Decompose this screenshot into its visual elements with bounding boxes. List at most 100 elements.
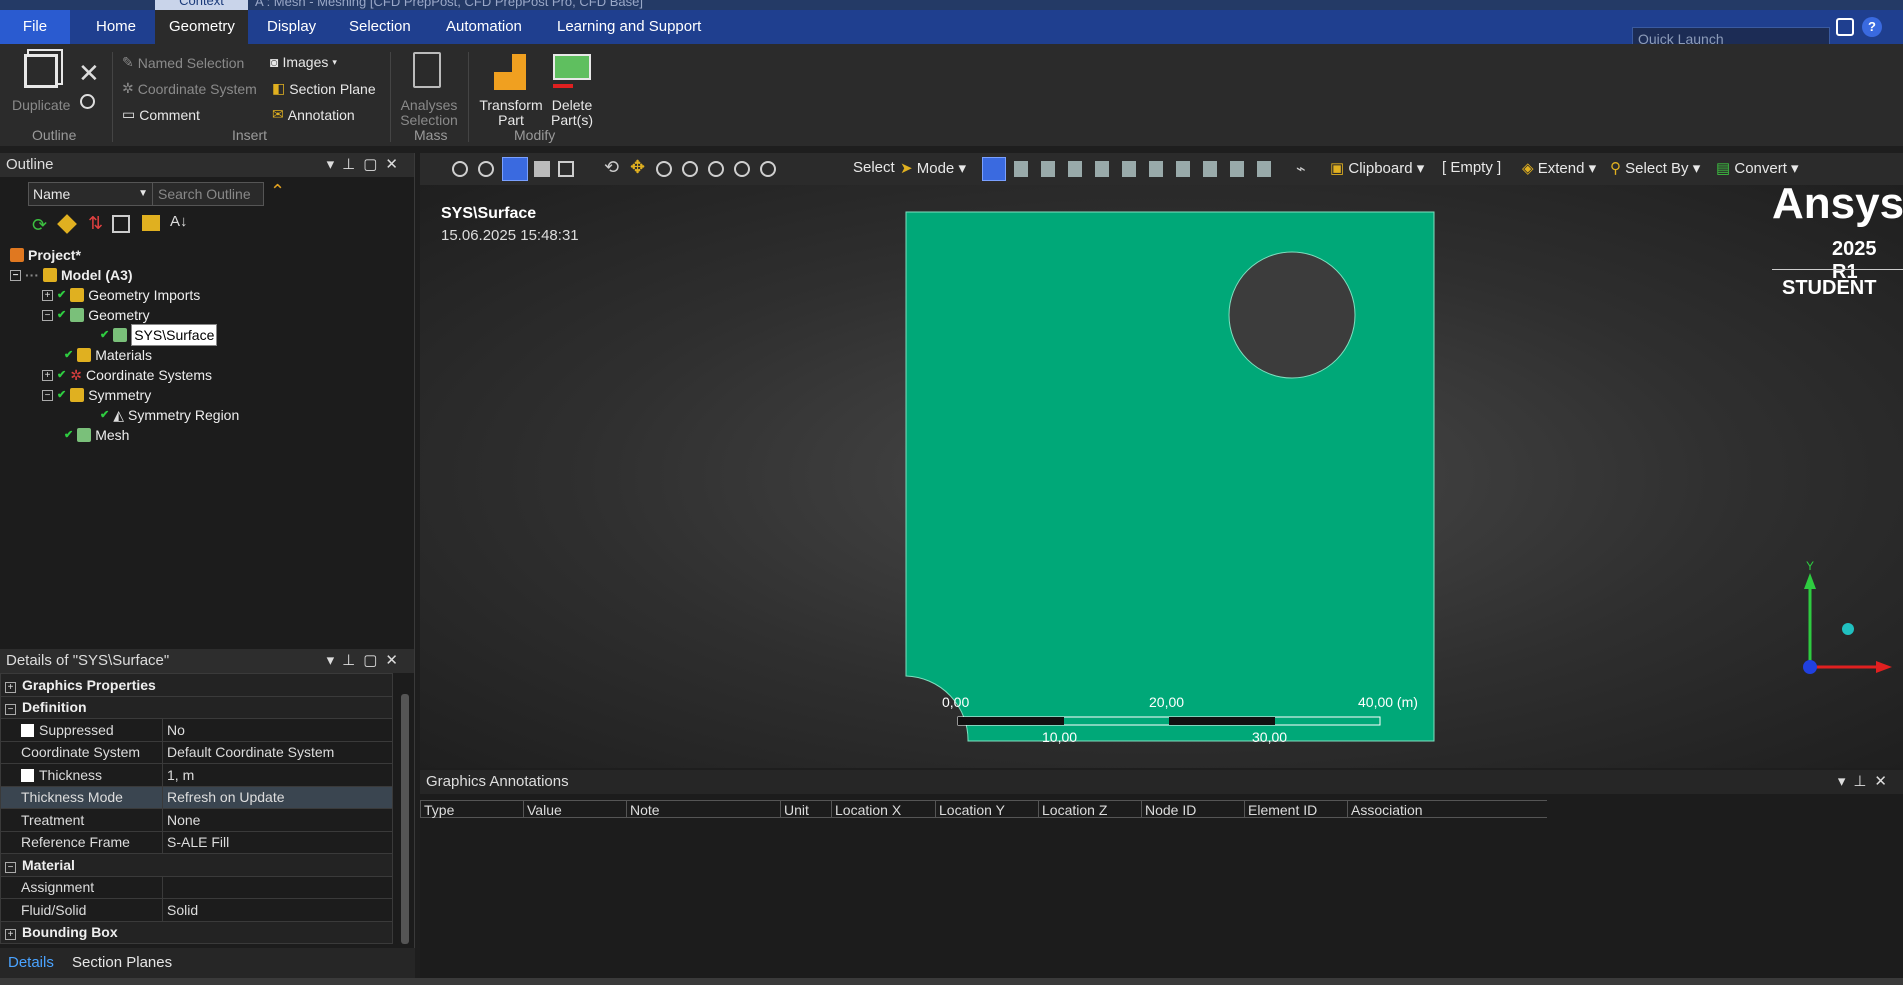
column-header[interactable]: Location X — [831, 800, 935, 818]
outline-filter-select[interactable]: Name ▼ — [28, 182, 153, 206]
collapse-icon[interactable]: − — [42, 309, 53, 321]
property-row[interactable]: Assignment — [0, 875, 393, 899]
select-button[interactable]: Select — [853, 159, 895, 176]
magnifier-icon[interactable] — [760, 161, 776, 177]
select-by-dropdown[interactable]: ⚲ Select By ▾ — [1610, 159, 1700, 177]
expander-icon[interactable]: + — [5, 929, 16, 941]
sort-icon[interactable]: ⇅ — [88, 213, 103, 234]
clipboard-dropdown[interactable]: ▣ Clipboard ▾ — [1330, 159, 1424, 177]
column-header[interactable]: Unit — [780, 800, 831, 818]
analyses-selection-button[interactable]: Analyses Selection — [400, 98, 458, 128]
pan-icon[interactable]: ✥ — [630, 157, 645, 178]
tab-geometry[interactable]: Geometry — [155, 10, 248, 44]
mode-dropdown[interactable]: ➤ Mode ▾ — [900, 159, 966, 177]
tab-automation[interactable]: Automation — [432, 10, 536, 44]
zoom-selection-icon[interactable] — [734, 161, 750, 177]
annotation-button[interactable]: ✉ Annotation — [272, 106, 355, 123]
feedback-icon[interactable] — [1836, 18, 1854, 36]
collapse-icon[interactable]: − — [10, 269, 21, 281]
zoom-fit-icon[interactable] — [682, 161, 698, 177]
collapse-icon[interactable]: − — [42, 389, 53, 401]
tree-item-project[interactable]: Project* — [10, 245, 81, 265]
panel-controls[interactable]: ▾⊥▢✕ — [327, 153, 406, 177]
expand-all-icon[interactable] — [112, 215, 130, 233]
search-outline-input[interactable]: Search Outline — [152, 182, 264, 206]
details-scrollbar[interactable] — [401, 694, 409, 944]
convert-dropdown[interactable]: ▤ Convert ▾ — [1716, 159, 1799, 177]
property-row[interactable]: Treatment None — [0, 808, 393, 832]
zoom-in-icon[interactable] — [452, 161, 468, 177]
search-icon[interactable] — [80, 94, 95, 109]
chevron-up-icon[interactable]: ⌃ — [270, 181, 285, 202]
images-button[interactable]: ◙ Images ▾ — [270, 54, 337, 70]
tree-item-model[interactable]: − ··· Model (A3) — [10, 265, 133, 285]
property-row[interactable]: Thickness Mode Refresh on Update — [0, 785, 393, 809]
tree-item-mesh[interactable]: ✔ Mesh — [64, 425, 129, 445]
expander-icon[interactable]: + — [5, 681, 16, 693]
column-header[interactable]: Association — [1347, 800, 1547, 818]
comment-button[interactable]: ▭ Comment — [122, 106, 200, 123]
property-section[interactable]: − Definition — [0, 695, 393, 719]
tab-learning-support[interactable]: Learning and Support — [543, 10, 715, 44]
column-header[interactable]: Element ID — [1244, 800, 1347, 818]
property-value[interactable] — [162, 875, 393, 899]
tree-item-geometry-imports[interactable]: + ✔ Geometry Imports — [42, 285, 200, 305]
panel-controls[interactable]: ▾⊥✕ — [1838, 770, 1895, 794]
property-value[interactable]: Refresh on Update — [162, 785, 393, 809]
model-view[interactable]: 0,00 20,00 40,00 (m) 10,00 30,00 Y — [420, 185, 1903, 768]
property-row[interactable]: Coordinate System Default Coordinate Syst… — [0, 740, 393, 764]
property-section[interactable]: + Bounding Box — [0, 920, 393, 944]
tree-item-materials[interactable]: ✔ Materials — [64, 345, 152, 365]
alphabetical-sort-icon[interactable]: A↓ — [170, 213, 188, 230]
tab-home[interactable]: Home — [82, 10, 150, 44]
refresh-icon[interactable]: ⟳ — [32, 215, 47, 236]
tab-details[interactable]: Details — [0, 954, 62, 971]
tree-item-coordinate-systems[interactable]: + ✔ ✲ Coordinate Systems — [42, 365, 212, 385]
column-header[interactable]: Location Z — [1038, 800, 1141, 818]
tab-section-planes[interactable]: Section Planes — [66, 954, 178, 971]
expand-icon[interactable]: + — [42, 289, 53, 301]
rotate-icon[interactable]: ⟲ — [604, 157, 619, 178]
property-value[interactable]: Default Coordinate System — [162, 740, 393, 764]
column-header[interactable]: Note — [626, 800, 780, 818]
tree-item-symmetry-region[interactable]: ✔ ◭ Symmetry Region — [100, 405, 239, 425]
cube-wire-icon[interactable] — [558, 161, 574, 177]
panel-controls[interactable]: ▾⊥▢✕ — [327, 649, 406, 673]
property-section[interactable]: − Material — [0, 853, 393, 877]
close-icon[interactable]: ✕ — [78, 58, 100, 89]
delete-parts-button[interactable]: Delete Part(s) — [544, 98, 600, 128]
expand-icon[interactable]: + — [42, 369, 53, 381]
column-header[interactable]: Node ID — [1141, 800, 1244, 818]
eraser-icon[interactable] — [57, 214, 77, 234]
visibility-icon[interactable] — [142, 215, 160, 231]
column-header[interactable]: Location Y — [935, 800, 1038, 818]
graph-icon[interactable]: ⌁ — [1296, 159, 1306, 179]
column-header[interactable]: Type — [420, 800, 523, 818]
tab-file[interactable]: File — [0, 10, 70, 44]
property-value[interactable]: Solid — [162, 898, 393, 922]
property-value[interactable]: No — [162, 718, 393, 742]
help-icon[interactable]: ? — [1862, 17, 1882, 37]
zoom-region-icon[interactable] — [708, 161, 724, 177]
extend-dropdown[interactable]: ◈ Extend ▾ — [1522, 159, 1596, 177]
property-section[interactable]: + Graphics Properties — [0, 673, 393, 697]
property-row[interactable]: Suppressed No — [0, 718, 393, 742]
select-type-icon[interactable] — [982, 157, 1006, 181]
expander-icon[interactable]: − — [5, 704, 16, 716]
zoom-out-icon[interactable] — [478, 161, 494, 177]
box-select-icon[interactable] — [502, 157, 528, 181]
tab-selection[interactable]: Selection — [335, 10, 425, 44]
section-plane-button[interactable]: ◧ Section Plane — [272, 80, 376, 97]
property-row[interactable]: Reference Frame S-ALE Fill — [0, 830, 393, 854]
property-row[interactable]: Fluid/Solid Solid — [0, 898, 393, 922]
tree-item-symmetry[interactable]: − ✔ Symmetry — [42, 385, 151, 405]
duplicate-button[interactable]: Duplicate — [12, 98, 70, 113]
property-value[interactable]: S-ALE Fill — [162, 830, 393, 854]
named-selection-button[interactable]: ✎ Named Selection — [122, 54, 244, 71]
cube-icon[interactable] — [534, 161, 550, 177]
selection-filter-icons[interactable] — [1014, 161, 1274, 177]
zoom-box-icon[interactable] — [656, 161, 672, 177]
tree-item-geometry[interactable]: − ✔ Geometry — [42, 305, 150, 325]
duplicate-icon[interactable] — [24, 54, 58, 88]
checkbox[interactable] — [21, 768, 34, 782]
